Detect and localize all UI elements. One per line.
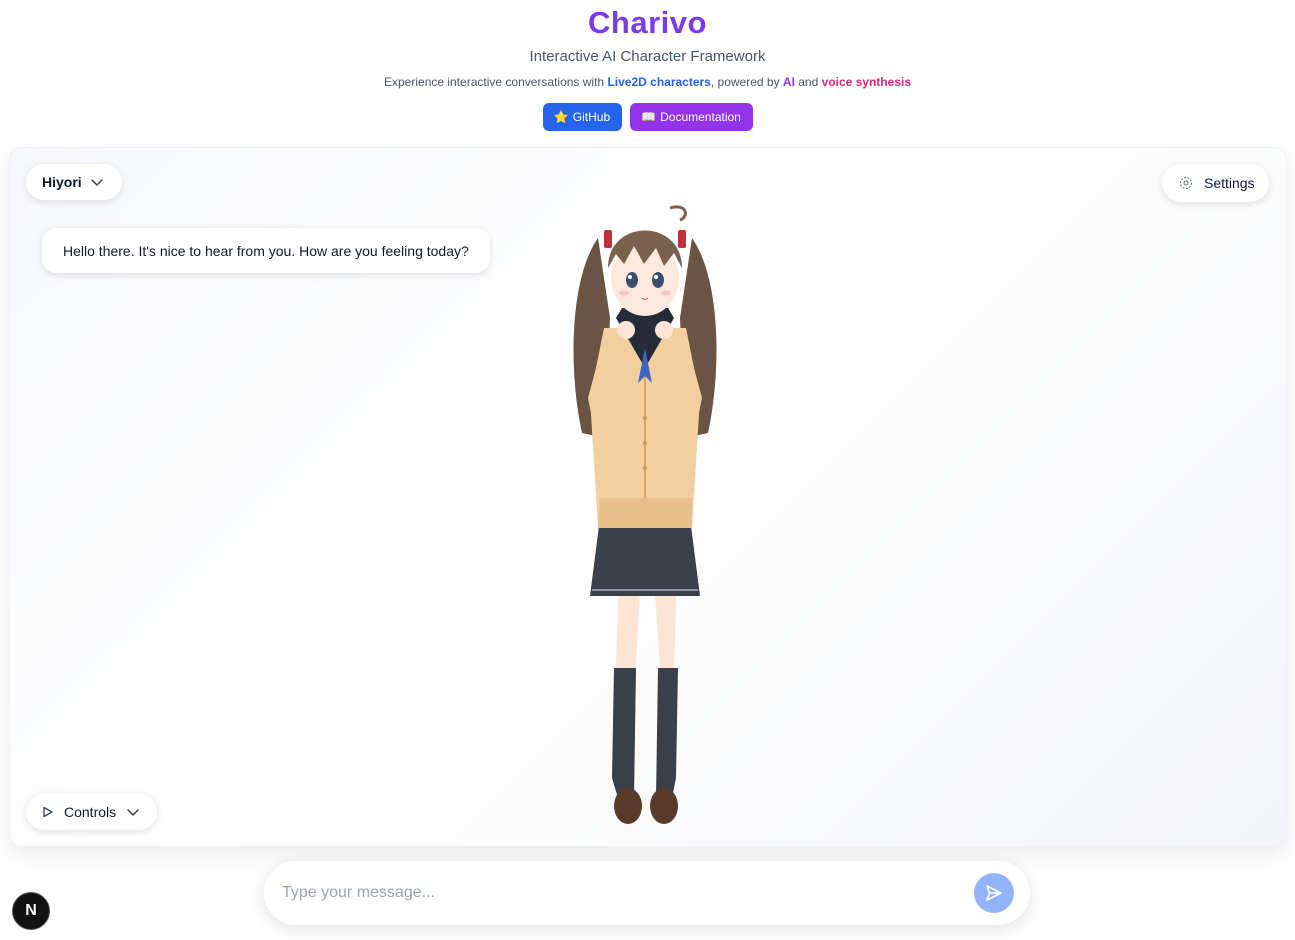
- app-tagline: Experience interactive conversations wit…: [0, 75, 1295, 89]
- book-icon: 📖: [641, 110, 657, 124]
- github-label: GitHub: [572, 110, 611, 124]
- tagline-voice: voice synthesis: [821, 75, 911, 89]
- send-button[interactable]: [974, 873, 1014, 913]
- speech-bubble-text: Hello there. It's nice to hear from you.…: [63, 242, 469, 259]
- controls-button[interactable]: Controls: [26, 794, 157, 830]
- star-icon: ⭐: [553, 110, 569, 124]
- documentation-button[interactable]: 📖 Documentation: [629, 103, 753, 131]
- settings-label: Settings: [1204, 175, 1255, 191]
- play-icon: [43, 806, 53, 818]
- settings-button[interactable]: Settings: [1162, 164, 1269, 202]
- app-subtitle: Interactive AI Character Framework: [529, 48, 766, 65]
- chevron-down-icon: [90, 179, 103, 186]
- nextjs-badge[interactable]: N: [12, 892, 50, 930]
- app-title: Charivo: [588, 5, 707, 40]
- nextjs-icon: N: [25, 902, 37, 919]
- live2d-character-hiyori[interactable]: [560, 198, 730, 833]
- message-input[interactable]: [280, 872, 954, 914]
- documentation-label: Documentation: [660, 110, 741, 124]
- chevron-down-icon: [127, 809, 139, 816]
- tagline-ai: AI: [782, 75, 795, 89]
- tagline-prefix: Experience interactive conversations wit…: [384, 75, 608, 89]
- header-links: ⭐ GitHub 📖 Documentation: [0, 103, 1295, 131]
- tagline-live2d: Live2D characters: [607, 75, 711, 89]
- github-button[interactable]: ⭐ GitHub: [542, 103, 622, 131]
- character-stage: Hiyori Settings Hello there. It's nice t…: [9, 147, 1287, 847]
- gear-icon: [1180, 177, 1192, 189]
- character-select-label: Hiyori: [42, 174, 82, 190]
- character-select[interactable]: Hiyori: [26, 164, 122, 200]
- tagline-and: and: [794, 75, 822, 89]
- tagline-middle: , powered by: [710, 75, 783, 89]
- controls-label: Controls: [64, 804, 117, 820]
- chat-input-bar: [264, 861, 1030, 925]
- speech-bubble: Hello there. It's nice to hear from you.…: [42, 228, 490, 273]
- send-icon: [986, 885, 1002, 901]
